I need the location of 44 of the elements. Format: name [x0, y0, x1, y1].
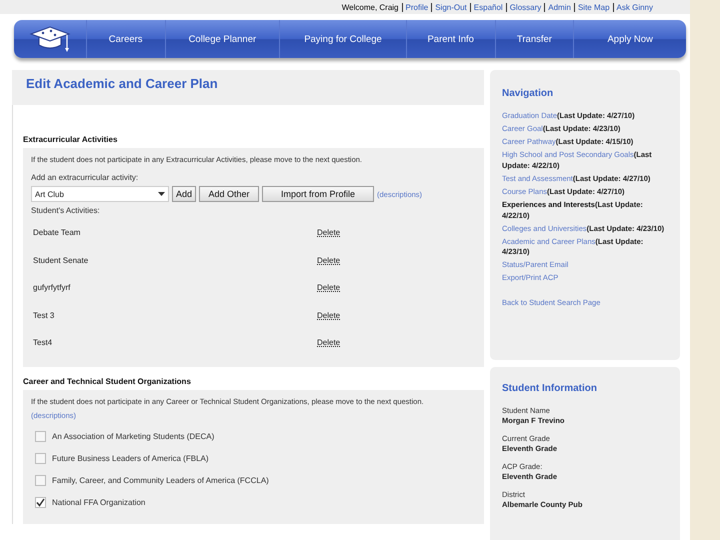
nav-tab[interactable]: Careers — [86, 20, 166, 58]
nav-tab[interactable]: Parent Info — [406, 20, 496, 58]
nav-tab[interactable]: College Planner — [166, 20, 280, 58]
activity-dropdown[interactable]: Art Club — [31, 186, 169, 202]
checkbox-label: Future Business Leaders of America (FBLA) — [52, 454, 209, 463]
checkbox[interactable] — [35, 497, 46, 508]
activity-name: Debate Team — [33, 228, 82, 238]
header-link[interactable]: Site Map — [574, 3, 613, 12]
form-button[interactable]: Add Other — [199, 186, 260, 202]
welcome-text: Welcome, Craig — [342, 3, 400, 12]
section-heading: Extracurricular Activities — [23, 135, 118, 144]
delete-link[interactable]: Delete — [317, 338, 340, 348]
list-label: Student's Activities: — [31, 206, 101, 215]
card-title: Student Information — [502, 383, 598, 394]
checkbox[interactable] — [35, 475, 46, 486]
checkbox[interactable] — [35, 453, 46, 464]
activity-name: gufyrfytfyrf — [33, 283, 72, 292]
header-link[interactable]: Profile — [402, 3, 432, 12]
field-label: Add an extracurricular activity: — [31, 173, 140, 182]
header-link[interactable]: Sign-Out — [431, 3, 470, 12]
header-link[interactable]: Glossary — [506, 3, 544, 12]
delete-link[interactable]: Delete — [317, 310, 340, 320]
form-button[interactable]: Import from Profile — [262, 186, 374, 202]
checkbox-label: National FFA Organization — [52, 498, 146, 507]
activity-name: Student Senate — [33, 256, 90, 265]
form-button[interactable]: Add — [172, 186, 196, 202]
nav-tab[interactable]: Apply Now — [574, 20, 686, 58]
checkbox-label: Family, Career, and Community Leaders of America (FCCLA) — [52, 476, 269, 485]
dropdown-arrow-icon — [158, 192, 165, 196]
delete-link[interactable]: Delete — [317, 283, 340, 292]
checkbox-label: An Association of Marketing Students (DECA) — [52, 432, 214, 441]
page-title: Edit Academic and Career Plan — [26, 76, 219, 91]
nav-tab[interactable]: Paying for College — [280, 20, 407, 58]
nav-tab[interactable]: Transfer — [496, 20, 574, 58]
delete-link[interactable]: Delete — [317, 256, 340, 265]
header-link[interactable]: Admin — [544, 3, 574, 12]
delete-link[interactable]: Delete — [317, 228, 340, 238]
activity-name: Test4 — [33, 338, 54, 348]
header-link[interactable]: Español — [470, 3, 506, 12]
checkbox[interactable] — [35, 431, 46, 442]
header-link[interactable]: Ask Ginny — [612, 3, 656, 12]
card-title: Navigation — [502, 88, 554, 99]
section-heading: Career and Technical Student Organizations — [23, 376, 192, 386]
activity-name: Test 3 — [33, 310, 56, 320]
